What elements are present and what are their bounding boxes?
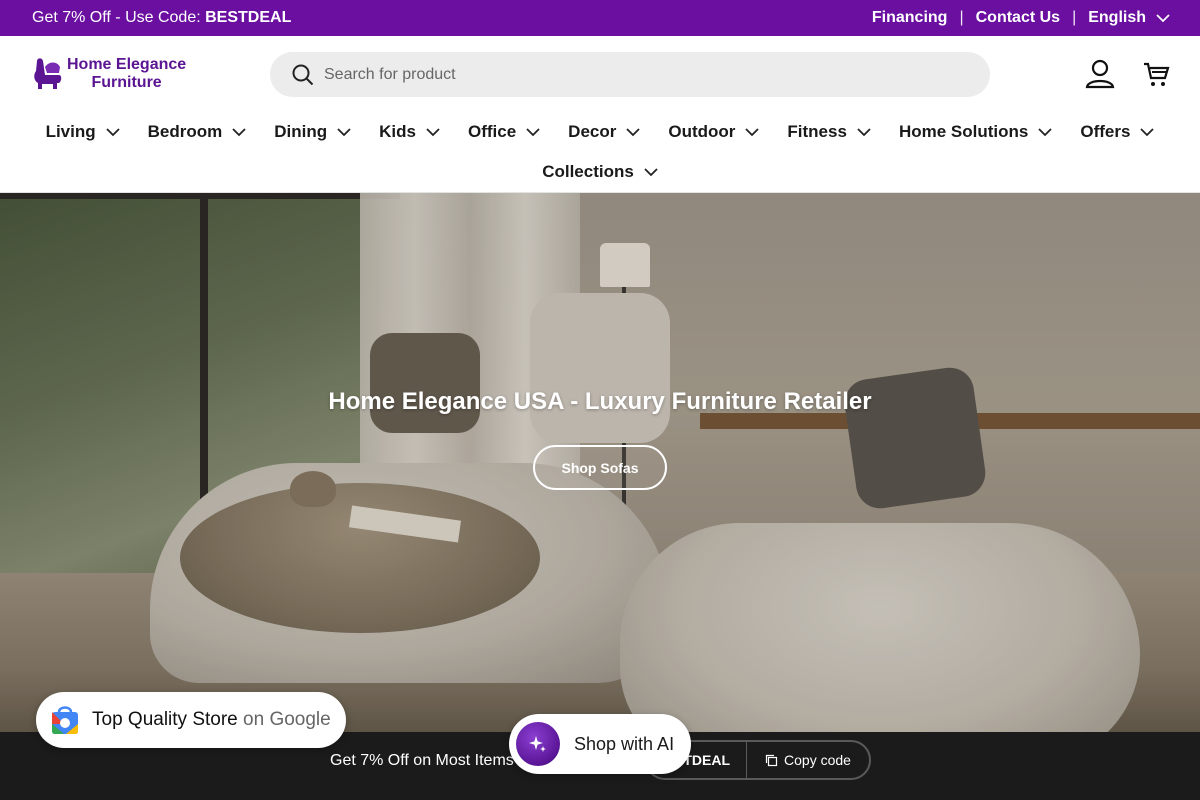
language-label: English <box>1088 9 1146 26</box>
brand-line2: Furniture <box>91 74 162 91</box>
chevron-down-icon <box>1156 13 1170 22</box>
contact-us-link[interactable]: Contact Us <box>976 9 1060 27</box>
nav-label: Office <box>467 122 517 141</box>
separator: | <box>1072 9 1077 26</box>
copy-code-label: Copy code <box>784 752 851 768</box>
chevron-down-icon <box>644 167 658 176</box>
cart-icon <box>1144 62 1170 86</box>
google-store-badge[interactable]: Top Quality Store on Google <box>36 692 346 748</box>
hero-title: Home Elegance USA - Luxury Furniture Ret… <box>328 388 872 415</box>
site-header: Home Elegance Furniture <box>0 36 1200 112</box>
nav-label: Home Solutions <box>898 122 1029 141</box>
nav-item-bedroom[interactable]: Bedroom <box>146 122 249 142</box>
chevron-down-icon <box>105 127 120 136</box>
chevron-down-icon <box>626 127 640 136</box>
nav-label: Fitness <box>787 122 847 141</box>
chevron-down-icon <box>745 127 760 136</box>
promo-text: Get 7% Off - Use Code: BESTDEAL <box>32 9 291 27</box>
chevron-down-icon <box>1140 127 1155 136</box>
google-shopping-bag-icon <box>52 706 78 734</box>
brand-logo[interactable]: Home Elegance Furniture <box>33 56 186 92</box>
google-badge-suffix: on Google <box>243 709 331 730</box>
copy-icon <box>765 754 778 766</box>
search-input[interactable] <box>324 65 924 84</box>
nav-label: Kids <box>379 122 416 141</box>
brand-line1: Home Elegance <box>67 56 187 73</box>
chevron-down-icon <box>1038 127 1052 136</box>
chevron-down-icon <box>526 127 540 136</box>
nav-item-home-solutions[interactable]: Home Solutions <box>897 122 1054 142</box>
nav-label: Outdoor <box>668 122 736 141</box>
chevron-down-icon <box>232 127 246 136</box>
shop-with-ai-button[interactable]: Shop with AI <box>509 714 691 774</box>
nav-label: Collections <box>542 162 634 181</box>
nav-label: Offers <box>1080 122 1131 141</box>
chevron-down-icon <box>426 127 440 136</box>
nav-item-decor[interactable]: Decor <box>566 122 642 142</box>
main-navigation: Living Bedroom Dining Kids Office Decor … <box>0 112 1200 193</box>
cart-button[interactable] <box>1140 56 1172 92</box>
search-bar[interactable] <box>270 52 990 97</box>
nav-item-outdoor[interactable]: Outdoor <box>666 122 761 142</box>
shop-sofas-button[interactable]: Shop Sofas <box>533 445 667 490</box>
chevron-down-icon <box>337 127 351 136</box>
hero-banner: Home Elegance USA - Luxury Furniture Ret… <box>0 193 1200 733</box>
google-badge-text: Top Quality Store on Google <box>92 709 331 731</box>
nav-item-dining[interactable]: Dining <box>272 122 353 142</box>
copy-code-button[interactable]: Copy code <box>747 752 869 768</box>
nav-label: Decor <box>568 122 617 141</box>
ai-sparkle-icon <box>516 722 560 766</box>
nav-label: Dining <box>274 122 328 141</box>
nav-item-living[interactable]: Living <box>44 122 122 142</box>
utility-links: Financing | Contact Us | English <box>872 9 1170 27</box>
nav-item-collections[interactable]: Collections <box>540 162 660 182</box>
nav-row: Living Bedroom Dining Kids Office Decor … <box>0 122 1200 142</box>
separator: | <box>959 9 964 26</box>
nav-item-fitness[interactable]: Fitness <box>785 122 873 142</box>
promo-code: BESTDEAL <box>205 9 292 26</box>
search-icon[interactable] <box>292 64 314 86</box>
financing-link[interactable]: Financing <box>872 9 948 27</box>
nav-item-kids[interactable]: Kids <box>377 122 442 142</box>
google-badge-title: Top Quality Store <box>92 709 238 730</box>
nav-label: Living <box>45 122 96 141</box>
nav-label: Bedroom <box>147 122 223 141</box>
nav-row: Collections <box>0 162 1200 182</box>
nav-item-office[interactable]: Office <box>466 122 542 142</box>
promo-bar-text: Get 7% Off on Most Items <box>330 752 514 769</box>
user-icon <box>1085 59 1115 89</box>
language-selector[interactable]: English <box>1088 9 1170 27</box>
shop-with-ai-label: Shop with AI <box>574 733 675 754</box>
promo-prefix: Get 7% Off - Use Code: <box>32 9 206 26</box>
brand-name: Home Elegance Furniture <box>67 56 186 92</box>
account-button[interactable] <box>1084 56 1116 92</box>
nav-item-offers[interactable]: Offers <box>1078 122 1156 142</box>
chevron-down-icon <box>857 127 871 136</box>
announcement-bar: Get 7% Off - Use Code: BESTDEAL Financin… <box>0 0 1200 36</box>
armchair-logo-icon <box>34 58 62 89</box>
